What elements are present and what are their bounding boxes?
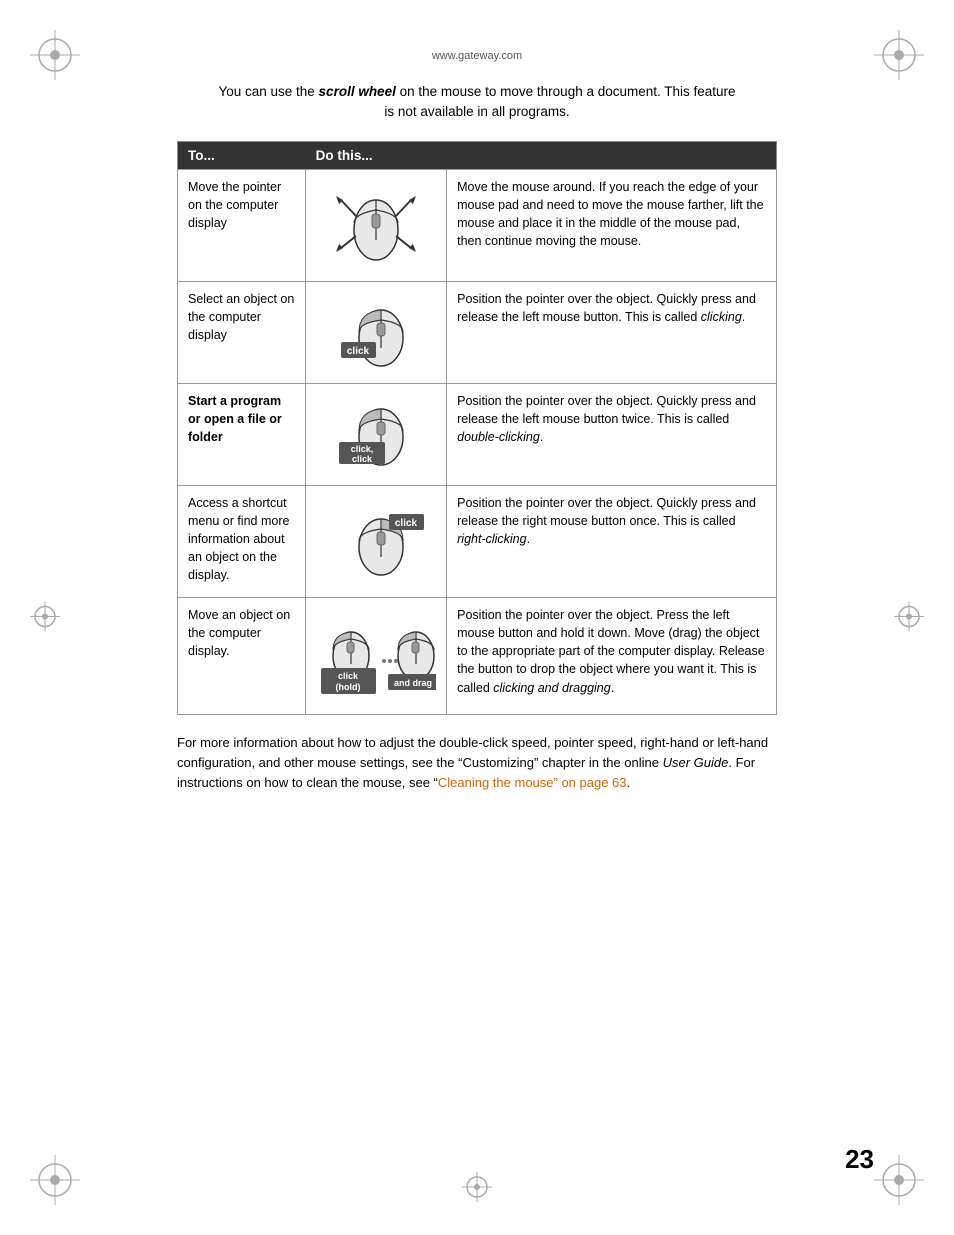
table-header-to: To... [178,141,306,169]
scroll-wheel-term: scroll wheel [319,84,396,99]
table-row: Access a shortcut menu or find more info… [178,485,777,597]
svg-text:click,: click, [351,444,374,454]
corner-mark-tl [30,30,80,80]
action-label-right-click: Access a shortcut menu or find more info… [178,485,306,597]
action-description-right-click: Position the pointer over the object. Qu… [447,485,777,597]
table-header-do: Do this... [306,141,447,169]
svg-text:click: click [352,454,373,464]
svg-text:click: click [347,346,370,357]
website-url: www.gateway.com [60,50,894,62]
svg-text:(hold): (hold) [336,682,361,692]
table-row: Move the pointer on the computer display [178,169,777,281]
action-description-drag: Position the pointer over the object. Pr… [447,598,777,715]
mouse-drag-icon: click (hold) and dra [316,606,436,701]
corner-mark-tr [874,30,924,80]
footer-text-3: . [627,775,631,790]
action-label-double-click: Start a program or open a file or folder [178,383,306,485]
mouse-double-click-icon: click, click [321,392,431,472]
mid-mark-right [894,601,924,634]
action-label-click: Select an object on the computer display [178,281,306,383]
instructions-table: To... Do this... Move the pointer on the… [177,141,777,716]
action-image-move [306,169,447,281]
mid-mark-left [30,601,60,634]
action-image-drag: click (hold) and dra [306,598,447,715]
svg-text:click: click [395,518,418,529]
footer-paragraph: For more information about how to adjust… [177,733,777,793]
action-image-click: click [306,281,447,383]
mid-mark-bottom [462,1172,492,1205]
intro-text-after: on the mouse to move through a document.… [384,84,735,119]
page-number: 23 [845,1144,874,1175]
mouse-click-icon: click [321,290,431,370]
table-row: Start a program or open a file or folder [178,383,777,485]
corner-mark-bl [30,1155,80,1205]
table-header-description [447,141,777,169]
action-image-right-click: click [306,485,447,597]
action-label-drag: Move an object on the computer display. [178,598,306,715]
svg-text:and drag: and drag [394,678,432,688]
mouse-move-icon [321,178,431,268]
table-row: Move an object on the computer display. … [178,598,777,715]
intro-text-before: You can use the [218,84,318,99]
action-image-double-click: click, click [306,383,447,485]
page: www.gateway.com You can use the scroll w… [0,0,954,1235]
corner-mark-br [874,1155,924,1205]
svg-text:click: click [338,671,359,681]
table-row: Select an object on the computer display [178,281,777,383]
action-description-double-click: Position the pointer over the object. Qu… [447,383,777,485]
action-label-move: Move the pointer on the computer display [178,169,306,281]
cleaning-link[interactable]: Cleaning the mouse” on page 63 [438,775,627,790]
intro-paragraph: You can use the scroll wheel on the mous… [217,82,737,123]
action-description-move: Move the mouse around. If you reach the … [447,169,777,281]
action-description-click: Position the pointer over the object. Qu… [447,281,777,383]
mouse-right-click-icon: click [321,494,431,584]
user-guide-term: User Guide [663,755,729,770]
